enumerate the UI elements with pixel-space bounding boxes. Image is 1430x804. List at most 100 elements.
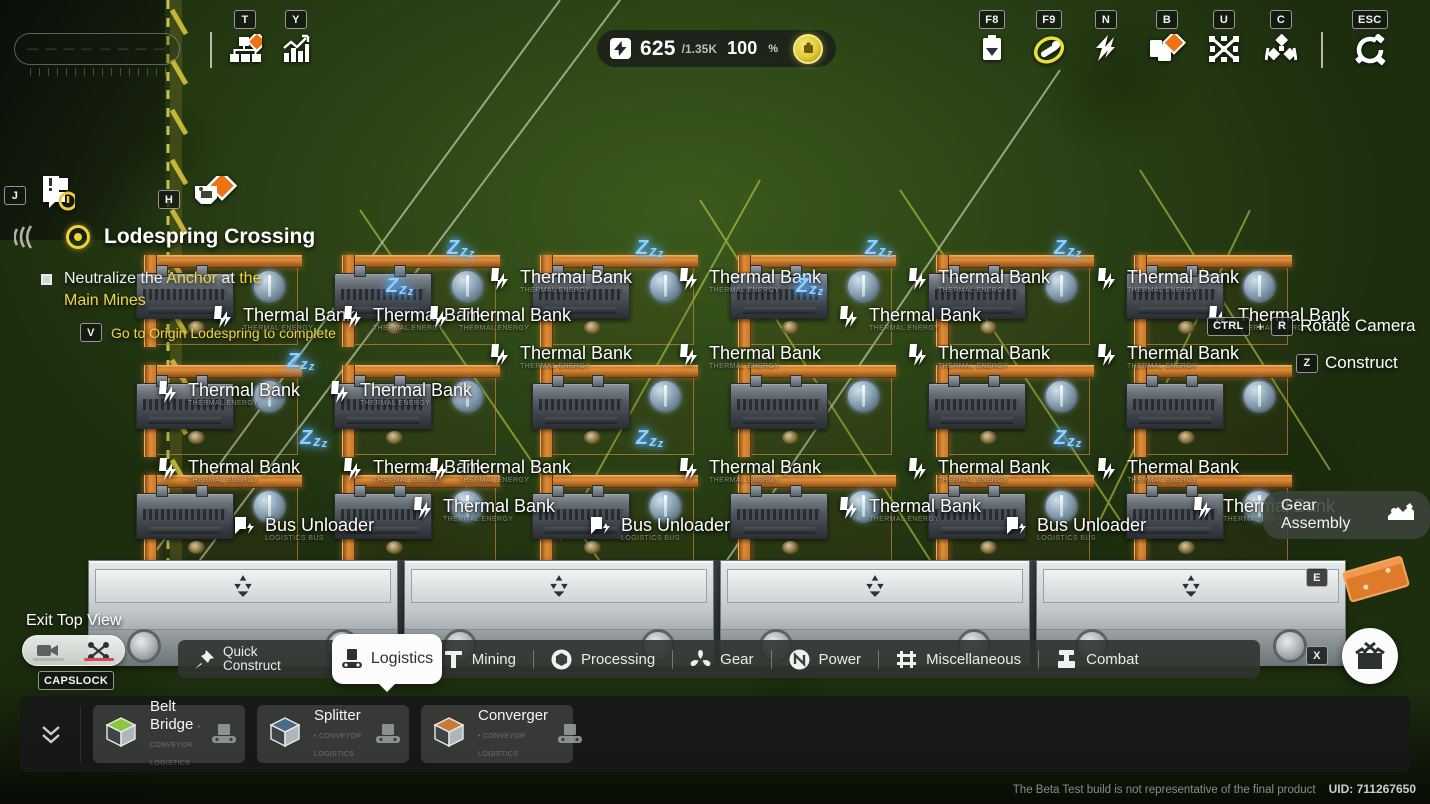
category-quick-construct[interactable]: Quick Construct (178, 640, 298, 678)
world-entity-label[interactable]: Thermal Bank THERMAL ENERGY (155, 380, 300, 409)
build-palette[interactable]: Belt Bridge • CONVEYOR LOGISTICS Splitte… (20, 696, 1410, 772)
keybind-badge: U (1213, 10, 1235, 29)
keybind-badge: N (1095, 10, 1117, 29)
tech-tree-button[interactable]: C (1264, 10, 1298, 69)
quest-wave-icon (13, 222, 52, 252)
category-label-line1: Quick (223, 643, 258, 659)
keybind-badge-e: E (1306, 568, 1328, 587)
category-combat[interactable]: Combat (1039, 640, 1156, 678)
compass-label: — — — — — — — — (27, 43, 167, 55)
entity-name: Thermal Bank (443, 495, 556, 516)
blueprint-library-button[interactable]: B (1148, 10, 1187, 71)
entity-name: Thermal Bank (869, 304, 982, 325)
toolbox-button[interactable] (1342, 628, 1398, 684)
camera-icon (37, 645, 59, 656)
thermal-bank-icon (1094, 267, 1120, 296)
entity-subtitle: THERMAL ENERGY (443, 515, 514, 523)
blueprint-clipboard-button[interactable]: F8 (977, 10, 1007, 69)
thermal-bank-icon (836, 496, 862, 525)
world-entity-label[interactable]: Thermal Bank THERMAL ENERGY (1094, 343, 1239, 372)
world-entity-label[interactable]: Bus Unloader LOGISTICS BUS (1004, 515, 1146, 544)
category-logistics-active[interactable]: Logistics (332, 634, 442, 692)
palette-slot[interactable]: Splitter • CONVEYOR LOGISTICS (257, 705, 409, 763)
converger-cube-icon (429, 714, 469, 754)
orange-plate-icon[interactable] (1338, 556, 1414, 602)
thermal-bank-icon (905, 343, 931, 372)
blueprint-library-icon (1148, 30, 1187, 71)
world-entity-label[interactable]: Bus Unloader LOGISTICS BUS (232, 515, 374, 544)
entity-subtitle: LOGISTICS BUS (265, 534, 324, 542)
settings-refresh-button[interactable]: ESC (1352, 10, 1388, 71)
world-entity-label[interactable]: Thermal Bank THERMAL ENERGY (836, 496, 981, 525)
splitter-mini-icon (375, 723, 401, 745)
world-entity-label[interactable]: Thermal Bank THERMAL ENERGY (410, 496, 555, 525)
world-entity-label[interactable]: Thermal Bank THERMAL ENERGY (155, 457, 300, 486)
world-entity-label[interactable]: Thermal Bank THERMAL ENERGY (426, 457, 571, 486)
notification-marker-icon (33, 174, 78, 217)
exit-top-view-label: Exit Top View (26, 612, 122, 629)
entity-subtitle: THERMAL ENERGY (188, 399, 259, 407)
keybind-badge: Y (285, 10, 307, 29)
entity-name: Thermal Bank (1127, 456, 1240, 477)
world-entity-label[interactable]: Thermal Bank THERMAL ENERGY (836, 305, 981, 334)
vehicle-marker[interactable]: H (158, 170, 243, 223)
speed-boost-icon (1090, 34, 1122, 67)
entity-name: Bus Unloader (621, 514, 731, 535)
world-entity-label[interactable]: Thermal Bank THERMAL ENERGY (210, 305, 355, 334)
world-entity-label[interactable]: Thermal Bank THERMAL ENERGY (1094, 457, 1239, 486)
world-entity-label[interactable]: Thermal Bank THERMAL ENERGY (327, 380, 472, 409)
world-entity-label[interactable]: Thermal Bank THERMAL ENERGY (676, 457, 821, 486)
thermal-bank-icon (676, 457, 702, 486)
palette-slot[interactable]: Converger • CONVEYOR LOGISTICS (421, 705, 583, 763)
speed-boost-button[interactable]: N (1090, 10, 1122, 67)
sleeping-indicator-icon: Zzz (287, 350, 315, 373)
world-entity-label[interactable]: Bus Unloader LOGISTICS BUS (588, 515, 730, 544)
category-miscellaneous[interactable]: Miscellaneous (879, 640, 1038, 678)
belt-bridge-cube-icon (101, 714, 141, 754)
category-power[interactable]: Power (772, 640, 879, 678)
quest-title: Lodespring Crossing (104, 225, 316, 248)
palette-collapse-button[interactable] (34, 706, 68, 762)
palette-slot[interactable]: Belt Bridge • CONVEYOR LOGISTICS (93, 698, 245, 767)
world-entity-label[interactable]: Thermal Bank THERMAL ENERGY (487, 267, 632, 296)
entity-subtitle: THERMAL ENERGY (520, 362, 591, 370)
category-label: Combat (1086, 650, 1139, 668)
objective-checkbox-icon (41, 274, 52, 285)
category-label: Power (818, 650, 862, 668)
category-label-line2: Construct (223, 658, 281, 673)
keybind-badge: H (158, 190, 180, 209)
top-view-toggle[interactable] (22, 635, 125, 666)
world-entity-label[interactable]: Thermal Bank THERMAL ENERGY (487, 343, 632, 372)
world-entity-label[interactable]: Thermal Bank THERMAL ENERGY (1094, 267, 1239, 296)
entity-name: Thermal Bank (938, 342, 1051, 363)
category-gear[interactable]: Gear (673, 640, 770, 678)
camera-mode-option[interactable] (23, 636, 74, 665)
world-entity-label[interactable]: Thermal Bank THERMAL ENERGY (905, 343, 1050, 372)
bus-unloader-icon (1004, 515, 1030, 544)
category-processing[interactable]: Processing (534, 640, 672, 678)
gear-assembly-tooltip: Gear Assembly (1263, 491, 1430, 539)
palette-item-name: Splitter (314, 707, 361, 724)
sleeping-indicator-icon: Zzz (1054, 237, 1082, 260)
category-mining[interactable]: Mining (427, 640, 533, 678)
notification-marker[interactable]: J (4, 174, 78, 217)
world-entity-label[interactable]: Thermal Bank THERMAL ENERGY (426, 305, 571, 334)
resource-bar[interactable]: 625 /1.35K 100 % (597, 30, 836, 67)
production-chain-button[interactable]: T (228, 10, 268, 69)
entity-subtitle: THERMAL ENERGY (869, 324, 940, 332)
thermal-bank-icon (210, 305, 236, 334)
world-entity-label[interactable]: Thermal Bank THERMAL ENERGY (676, 343, 821, 372)
exit-top-view[interactable]: Exit Top View CAPSLOCK (22, 612, 125, 690)
uid-text: UID: 711267650 (1328, 782, 1416, 796)
thermal-bank-icon (340, 457, 366, 486)
thermal-bank-icon (426, 457, 452, 486)
statistics-button[interactable]: Y (281, 10, 311, 69)
world-entity-label[interactable]: Thermal Bank THERMAL ENERGY (905, 267, 1050, 296)
entity-name: Thermal Bank (188, 379, 301, 400)
research-token-icon[interactable] (793, 33, 823, 64)
network-grid-button[interactable]: U (1208, 10, 1240, 69)
world-entity-label[interactable]: Thermal Bank THERMAL ENERGY (905, 457, 1050, 486)
build-tool-button[interactable]: F9 (1033, 10, 1065, 71)
entity-subtitle: THERMAL ENERGY (1127, 476, 1198, 484)
top-view-mode-option[interactable] (74, 636, 125, 665)
